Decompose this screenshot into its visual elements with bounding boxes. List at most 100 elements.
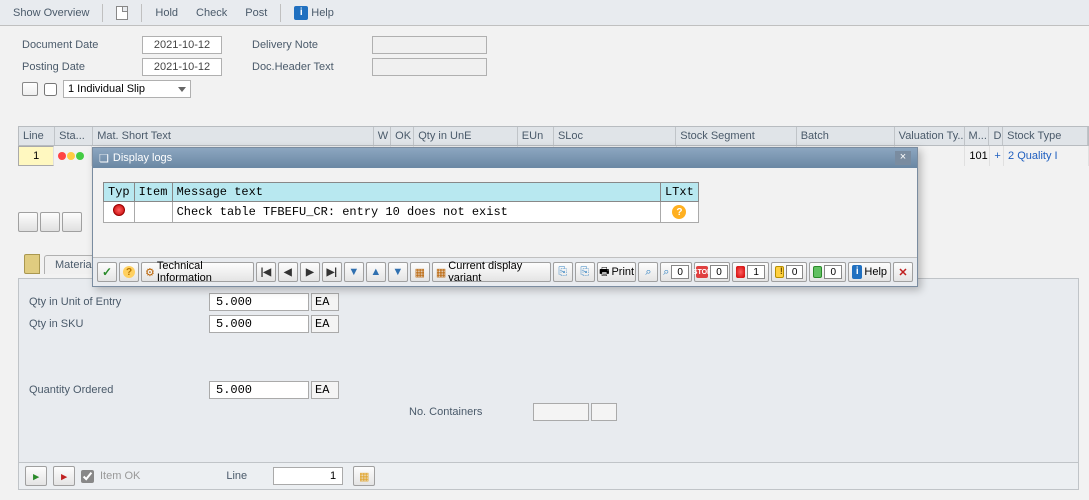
- find-count: 0: [671, 265, 689, 279]
- col-w[interactable]: W: [374, 127, 391, 145]
- error-icon: [113, 204, 125, 216]
- filter-button-3[interactable]: ▼: [388, 262, 408, 282]
- grid-tool-2[interactable]: [40, 212, 60, 232]
- dialog-close-button[interactable]: ✕: [893, 262, 913, 282]
- no-containers-input-2[interactable]: [591, 403, 617, 421]
- stop-count: 0: [710, 265, 728, 279]
- col-ok[interactable]: OK: [391, 127, 414, 145]
- warning-counter[interactable]: 0: [771, 262, 808, 282]
- cell-status: [54, 146, 92, 166]
- dialog-title: Display logs: [113, 152, 172, 164]
- check-button[interactable]: Check: [188, 4, 235, 22]
- doc-header-text-label: Doc.Header Text: [252, 61, 372, 73]
- col-m[interactable]: M...: [965, 127, 990, 145]
- question-icon: ?: [672, 205, 686, 219]
- find-button[interactable]: ⌕: [638, 262, 658, 282]
- footer-btn-3[interactable]: ▦: [353, 466, 375, 486]
- qty-sku-unit[interactable]: [311, 315, 339, 333]
- footer-line-input[interactable]: [273, 467, 343, 485]
- nav-next-button[interactable]: ▶: [300, 262, 320, 282]
- col-status[interactable]: Sta...: [55, 127, 93, 145]
- print-button[interactable]: 🖶Print: [597, 262, 637, 282]
- col-qty[interactable]: Qty in UnE: [414, 127, 518, 145]
- delivery-note-input[interactable]: [372, 36, 487, 54]
- posting-date-input[interactable]: [142, 58, 222, 76]
- dialog-help-label: Help: [864, 266, 887, 278]
- doc-header-text-input[interactable]: [372, 58, 487, 76]
- filter-button-1[interactable]: ▼: [344, 262, 364, 282]
- print-icon[interactable]: [22, 82, 38, 96]
- qty-ordered-input[interactable]: [209, 381, 309, 399]
- nav-first-button[interactable]: |◀: [256, 262, 276, 282]
- col-line[interactable]: Line: [19, 127, 55, 145]
- footer-btn-1[interactable]: ▸: [25, 466, 47, 486]
- dialog-titlebar[interactable]: ❏ Display logs ×: [93, 148, 917, 168]
- log-ltxt-cell[interactable]: ?: [660, 202, 698, 223]
- posting-date-label: Posting Date: [22, 61, 142, 73]
- qty-ordered-unit[interactable]: [311, 381, 339, 399]
- qty-unit-entry-unit[interactable]: [311, 293, 339, 311]
- show-overview-button[interactable]: Show Overview: [5, 4, 97, 22]
- log-col-item[interactable]: Item: [134, 183, 172, 202]
- new-doc-button[interactable]: [108, 3, 136, 23]
- col-d[interactable]: D: [989, 127, 1003, 145]
- grid-tool-3[interactable]: [62, 212, 82, 232]
- footer-bar: ▸ ▸ Item OK Line ▦: [18, 462, 1079, 490]
- no-containers-input[interactable]: [533, 403, 589, 421]
- document-date-input[interactable]: [142, 36, 222, 54]
- log-col-typ[interactable]: Typ: [104, 183, 135, 202]
- qty-ordered-label: Quantity Ordered: [29, 384, 209, 396]
- current-variant-button[interactable]: ▦Current display variant: [432, 262, 551, 282]
- help-button[interactable]: iHelp: [286, 3, 342, 23]
- grid-toolbar: [18, 212, 82, 232]
- log-row[interactable]: Check table TFBEFU_CR: entry 10 does not…: [104, 202, 699, 223]
- cell-stock-type[interactable]: 2 Quality I: [1004, 146, 1089, 166]
- help-small-button[interactable]: [119, 262, 139, 282]
- export-button-1[interactable]: ⎘: [553, 262, 573, 282]
- delivery-note-label: Delivery Note: [252, 39, 372, 51]
- col-eun[interactable]: EUn: [518, 127, 554, 145]
- tech-info-button[interactable]: ⚙Technical Information: [141, 262, 254, 282]
- col-segment[interactable]: Stock Segment: [676, 127, 796, 145]
- find-next-button[interactable]: ⌕0: [660, 262, 691, 282]
- success-counter[interactable]: 0: [809, 262, 846, 282]
- nav-prev-button[interactable]: ◀: [278, 262, 298, 282]
- close-icon[interactable]: ×: [895, 151, 911, 165]
- log-msg-cell: Check table TFBEFU_CR: entry 10 does not…: [172, 202, 660, 223]
- filter-button-2[interactable]: ▲: [366, 262, 386, 282]
- item-ok-label: Item OK: [100, 470, 140, 482]
- stop-counter[interactable]: STOP0: [694, 262, 731, 282]
- stop-icon: STOP: [696, 266, 708, 278]
- qty-sku-input[interactable]: [209, 315, 309, 333]
- info-icon: i: [852, 265, 862, 279]
- variant-button-1[interactable]: ▦: [410, 262, 430, 282]
- dialog-help-button[interactable]: iHelp: [848, 262, 891, 282]
- item-ok-checkbox[interactable]: [81, 470, 94, 483]
- error-count: 1: [747, 265, 765, 279]
- slip-dropdown[interactable]: 1 Individual Slip: [63, 80, 191, 98]
- ok-button[interactable]: [97, 262, 117, 282]
- nav-last-button[interactable]: ▶|: [322, 262, 342, 282]
- cell-line[interactable]: 1: [18, 146, 54, 166]
- col-material[interactable]: Mat. Short Text: [93, 127, 374, 145]
- cell-d[interactable]: +: [990, 146, 1004, 166]
- cell-m[interactable]: 101: [965, 146, 990, 166]
- separator: [102, 4, 103, 22]
- separator: [141, 4, 142, 22]
- error-counter[interactable]: 1: [732, 262, 769, 282]
- qty-unit-entry-input[interactable]: [209, 293, 309, 311]
- col-sloc[interactable]: SLoc: [554, 127, 676, 145]
- col-batch[interactable]: Batch: [797, 127, 895, 145]
- folder-icon[interactable]: [24, 254, 40, 274]
- export-button-2[interactable]: ⎘: [575, 262, 595, 282]
- post-button[interactable]: Post: [237, 4, 275, 22]
- footer-btn-2[interactable]: ▸: [53, 466, 75, 486]
- col-stock-type[interactable]: Stock Type: [1003, 127, 1088, 145]
- grid-tool-1[interactable]: [18, 212, 38, 232]
- page-icon: [116, 6, 128, 20]
- col-valuation[interactable]: Valuation Ty...: [895, 127, 965, 145]
- slip-checkbox[interactable]: [44, 83, 57, 96]
- log-col-ltxt[interactable]: LTxt: [660, 183, 698, 202]
- log-col-message[interactable]: Message text: [172, 183, 660, 202]
- hold-button[interactable]: Hold: [147, 4, 186, 22]
